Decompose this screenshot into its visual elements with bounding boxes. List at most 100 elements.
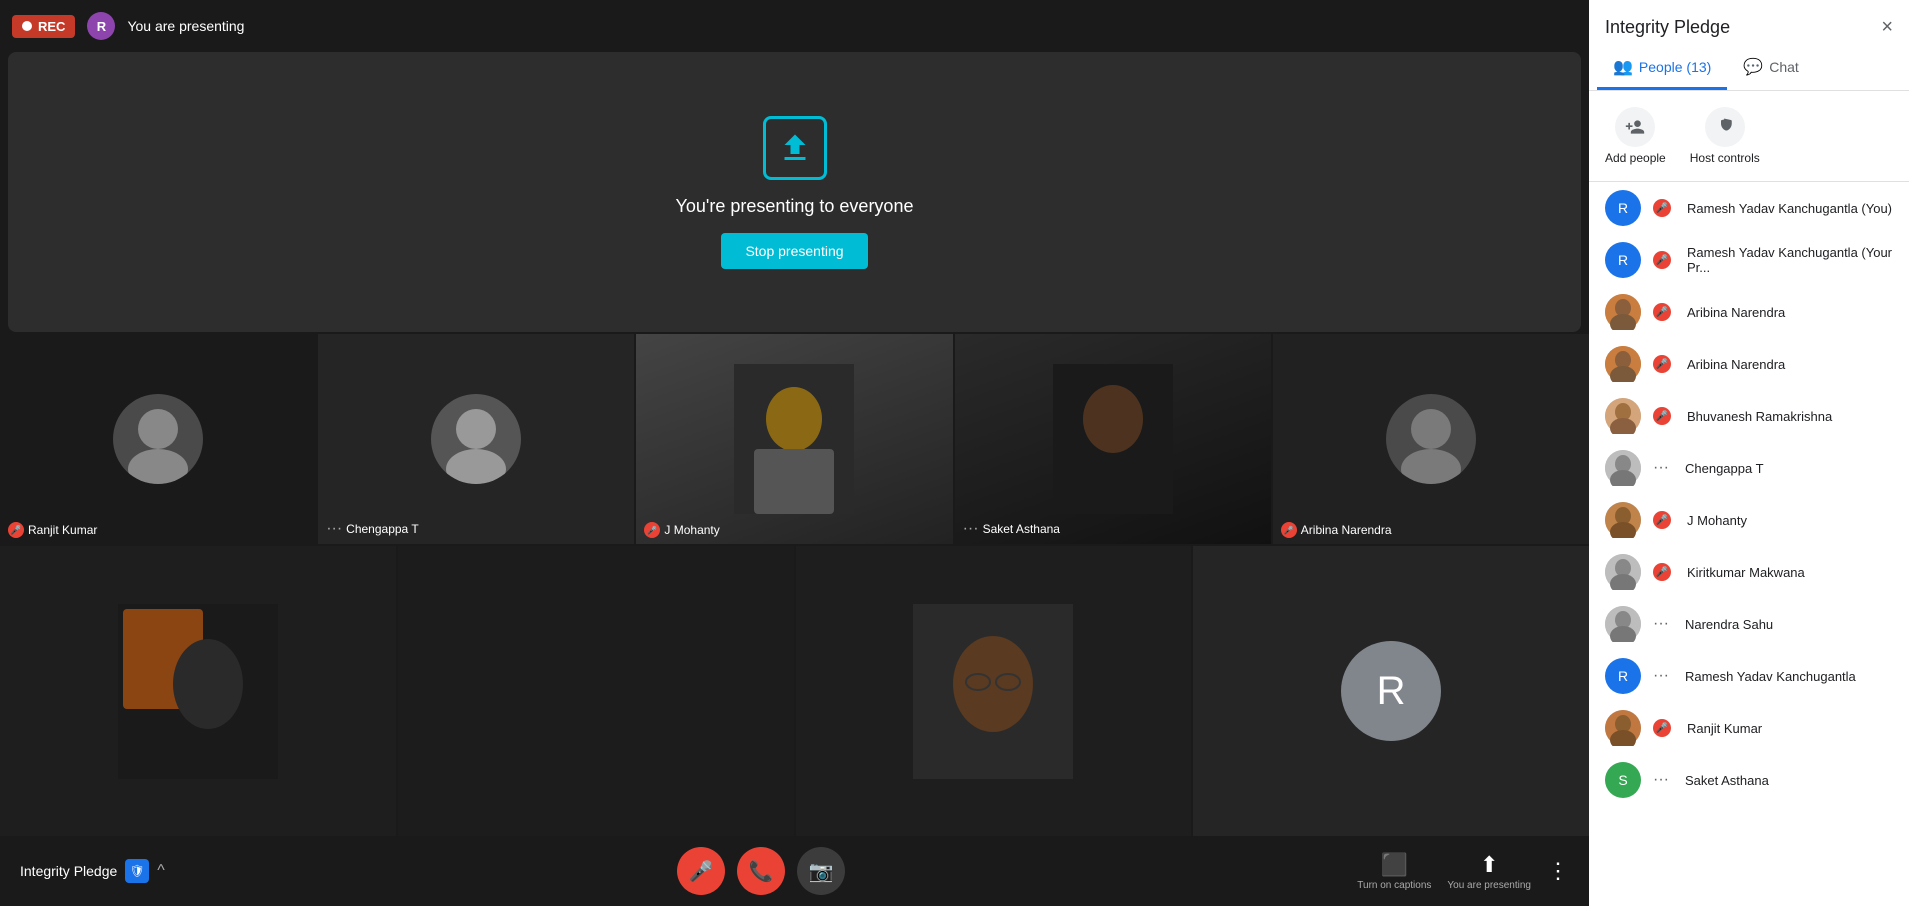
- person-avatar-ramesh-you: R: [1605, 190, 1641, 226]
- video-tile-ranjit: 🎤 Ranjit Kumar: [0, 334, 316, 544]
- person-avatar-chengappa: [1605, 450, 1641, 486]
- chat-tab-label: Chat: [1769, 59, 1799, 75]
- tab-people[interactable]: 👥 People (13): [1597, 47, 1727, 90]
- person-name-saket: Saket Asthana: [1685, 773, 1893, 788]
- mic-status-kirit: 🎤: [1653, 563, 1671, 581]
- mute-button[interactable]: 🎤: [677, 847, 725, 895]
- tab-chat[interactable]: 💬 Chat: [1727, 47, 1815, 90]
- panel-title: Integrity Pledge: [1605, 17, 1730, 38]
- person-avatar-ranjit: [1605, 710, 1641, 746]
- panel-tabs: 👥 People (13) 💬 Chat: [1589, 47, 1909, 91]
- person-item-chengappa: ··· Chengappa T: [1589, 442, 1909, 494]
- person-item-ramesh-you: R 🎤 Ramesh Yadav Kanchugantla (You): [1589, 182, 1909, 234]
- controls-right: ⬛ Turn on captions ⬆ You are presenting …: [1357, 852, 1569, 891]
- more-options-button[interactable]: ⋮: [1547, 858, 1569, 884]
- user-avatar: R: [87, 12, 115, 40]
- tile-name-ranjit: 🎤 Ranjit Kumar: [8, 522, 97, 538]
- rec-label: REC: [38, 19, 65, 34]
- person-name-ramesh-pr: Ramesh Yadav Kanchugantla (Your Pr...: [1687, 245, 1893, 275]
- add-people-icon: [1615, 107, 1655, 147]
- dots-saket: ···: [1653, 771, 1669, 789]
- dots-chengappa: ···: [1653, 459, 1669, 477]
- people-list: R 🎤 Ramesh Yadav Kanchugantla (You) R 🎤 …: [1589, 182, 1909, 906]
- add-people-label: Add people: [1605, 151, 1666, 165]
- person-avatar-jmohanty: [1605, 502, 1641, 538]
- present-icon: [763, 116, 827, 180]
- video-grid-bottom: R: [0, 546, 1589, 836]
- video-tile-chengappa: ··· Chengappa T: [318, 334, 634, 544]
- host-controls-icon: [1705, 107, 1745, 147]
- person-name-kirit: Kiritkumar Makwana: [1687, 565, 1893, 580]
- video-tile-b2: [398, 546, 794, 836]
- person-avatar-ramesh2: R: [1605, 658, 1641, 694]
- people-tab-icon: 👥: [1613, 57, 1633, 77]
- chevron-up-icon: ^: [157, 862, 165, 880]
- presentation-area: You're presenting to everyone Stop prese…: [8, 52, 1581, 332]
- mic-status-aribina2: 🎤: [1653, 355, 1671, 373]
- captions-button[interactable]: ⬛ Turn on captions: [1357, 852, 1431, 891]
- presenting-text: You are presenting: [127, 18, 244, 34]
- person-item-aribina1: 🎤 Aribina Narendra: [1589, 286, 1909, 338]
- person-item-jmohanty: 🎤 J Mohanty: [1589, 494, 1909, 546]
- mic-status-jmohanty: 🎤: [1653, 511, 1671, 529]
- person-item-aribina2: 🎤 Aribina Narendra: [1589, 338, 1909, 390]
- shield-icon: 🛡: [125, 859, 149, 883]
- mic-status-aribina1: 🎤: [1653, 303, 1671, 321]
- person-name-ramesh-you: Ramesh Yadav Kanchugantla (You): [1687, 201, 1893, 216]
- close-panel-button[interactable]: ×: [1881, 16, 1893, 39]
- person-avatar-kirit: [1605, 554, 1641, 590]
- video-tile-saket: ··· Saket Asthana: [955, 334, 1271, 544]
- tile-name-saket: ··· Saket Asthana: [963, 520, 1060, 538]
- person-name-aribina2: Aribina Narendra: [1687, 357, 1893, 372]
- presenting-icon: ⬆: [1480, 852, 1498, 878]
- presenting-everyone-text: You're presenting to everyone: [676, 196, 914, 217]
- person-name-jmohanty: J Mohanty: [1687, 513, 1893, 528]
- main-video-area: REC R You are presenting You're presenti…: [0, 0, 1589, 906]
- people-tab-label: People (13): [1639, 59, 1711, 75]
- video-tile-b4: R: [1193, 546, 1589, 836]
- mic-status-ranjit: 🎤: [1653, 719, 1671, 737]
- meeting-title-bar: Integrity Pledge: [20, 863, 117, 879]
- end-call-button[interactable]: 📞: [737, 847, 785, 895]
- chat-tab-icon: 💬: [1743, 57, 1763, 77]
- tile-name-chengappa: ··· Chengappa T: [326, 520, 419, 538]
- stop-presenting-button[interactable]: Stop presenting: [721, 233, 867, 269]
- presenting-button[interactable]: ⬆ You are presenting: [1447, 852, 1531, 891]
- person-item-ranjit: 🎤 Ranjit Kumar: [1589, 702, 1909, 754]
- more-icon: ⋮: [1547, 858, 1569, 884]
- video-tile-b3: [796, 546, 1192, 836]
- mic-off-ranjit: 🎤: [8, 522, 24, 538]
- video-tile-jmohanty: 🎤 J Mohanty: [636, 334, 952, 544]
- person-avatar-bhuvanesh: [1605, 398, 1641, 434]
- person-item-kirit: 🎤 Kiritkumar Makwana: [1589, 546, 1909, 598]
- person-item-bhuvanesh: 🎤 Bhuvanesh Ramakrishna: [1589, 390, 1909, 442]
- person-name-ramesh2: Ramesh Yadav Kanchugantla: [1685, 669, 1893, 684]
- add-people-button[interactable]: Add people: [1605, 107, 1666, 165]
- tile-name-aribina: 🎤 Aribina Narendra: [1281, 522, 1392, 538]
- person-name-ranjit: Ranjit Kumar: [1687, 721, 1893, 736]
- rec-dot: [22, 21, 32, 31]
- person-name-aribina1: Aribina Narendra: [1687, 305, 1893, 320]
- video-tile-aribina: 🎤 Aribina Narendra: [1273, 334, 1589, 544]
- captions-icon: ⬛: [1381, 852, 1408, 878]
- video-tile-b1: [0, 546, 396, 836]
- person-item-ramesh2: R ··· Ramesh Yadav Kanchugantla: [1589, 650, 1909, 702]
- mic-off-jmohanty: 🎤: [644, 522, 660, 538]
- mic-status-ramesh-pr: 🎤: [1653, 251, 1671, 269]
- person-item-saket: S ··· Saket Asthana: [1589, 754, 1909, 806]
- mic-off-aribina: 🎤: [1281, 522, 1297, 538]
- top-bar: REC R You are presenting: [0, 0, 1589, 52]
- rec-badge: REC: [12, 15, 75, 38]
- meeting-name-bar: Integrity Pledge 🛡 ^: [20, 859, 165, 883]
- controls-center: 🎤 📞 📷: [677, 847, 845, 895]
- person-avatar-aribina1: [1605, 294, 1641, 330]
- host-controls-button[interactable]: Host controls: [1690, 107, 1760, 165]
- person-item-ramesh-pr: R 🎤 Ramesh Yadav Kanchugantla (Your Pr..…: [1589, 234, 1909, 286]
- person-avatar-aribina2: [1605, 346, 1641, 382]
- person-name-bhuvanesh: Bhuvanesh Ramakrishna: [1687, 409, 1893, 424]
- panel-header: Integrity Pledge ×: [1589, 0, 1909, 47]
- mic-status-bhuvanesh: 🎤: [1653, 407, 1671, 425]
- dots-narendra: ···: [1653, 615, 1669, 633]
- person-name-chengappa: Chengappa T: [1685, 461, 1893, 476]
- camera-button[interactable]: 📷: [797, 847, 845, 895]
